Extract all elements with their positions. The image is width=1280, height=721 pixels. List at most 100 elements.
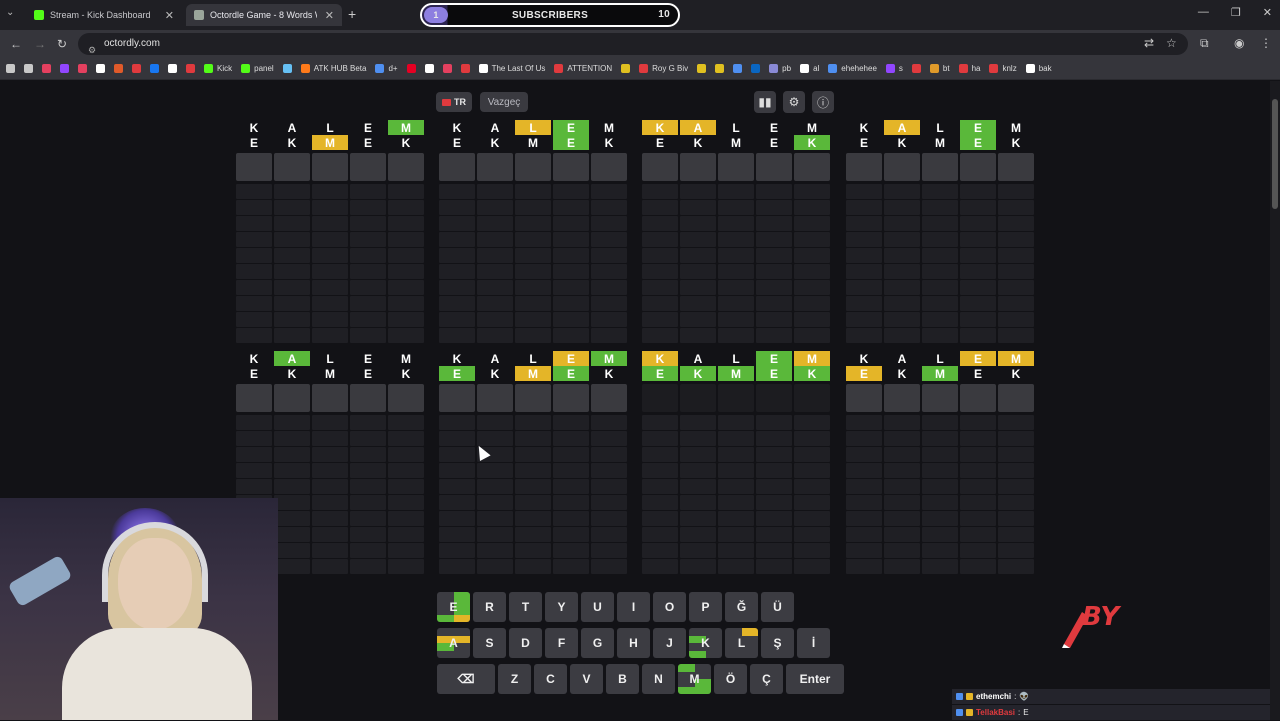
empty-tile (756, 511, 792, 526)
bookmark-item[interactable] (282, 64, 292, 73)
bookmark-item[interactable] (132, 64, 141, 73)
bookmark-item[interactable]: panel (241, 64, 274, 73)
empty-tile (312, 559, 348, 574)
empty-tile (515, 543, 551, 558)
bookmark-item[interactable] (150, 64, 159, 73)
bookmark-item[interactable] (60, 64, 69, 73)
bookmark-star-icon[interactable]: ☆ (1166, 36, 1177, 50)
key-i[interactable]: I (617, 592, 650, 622)
key-s[interactable]: S (473, 628, 506, 658)
bookmark-item[interactable]: Roy G Biv (639, 64, 688, 73)
bookmark-item[interactable] (96, 64, 105, 73)
profile-avatar-icon[interactable]: ◉ (1234, 36, 1244, 50)
bookmark-item[interactable]: bt (929, 64, 950, 73)
forward-icon[interactable]: → (34, 37, 46, 51)
bookmark-item[interactable]: al (800, 64, 819, 73)
key-t[interactable]: T (509, 592, 542, 622)
bookmark-item[interactable]: d+ (375, 64, 398, 73)
backspace-key[interactable]: ⌫ (437, 664, 495, 694)
guess-row: K ALEM (439, 120, 629, 135)
key-n[interactable]: N (642, 664, 675, 694)
page-scrollbar[interactable] (1270, 81, 1280, 720)
bookmark-item[interactable]: bak (1025, 64, 1052, 73)
key-ş[interactable]: Ş (761, 628, 794, 658)
bookmark-item[interactable] (715, 64, 725, 73)
bookmark-item[interactable]: ATTENTION (554, 64, 612, 73)
tab-octordle[interactable]: Octordle Game - 8 Words Word ✕ (186, 4, 342, 26)
bookmark-item[interactable] (424, 64, 434, 73)
key-ü[interactable]: Ü (761, 592, 794, 622)
key-y[interactable]: Y (545, 592, 578, 622)
bookmark-item[interactable]: ha (958, 64, 980, 73)
give-up-button[interactable]: Vazgeç (480, 92, 528, 112)
key-b[interactable]: B (606, 664, 639, 694)
key-ç[interactable]: Ç (750, 664, 783, 694)
bookmark-item[interactable] (697, 64, 707, 73)
address-bar[interactable]: ⚙ octordly.com (78, 33, 1188, 55)
menu-icon[interactable]: ⋮ (1260, 36, 1272, 50)
key-j[interactable]: J (653, 628, 686, 658)
key-v[interactable]: V (570, 664, 603, 694)
translate-icon[interactable]: ⇄ (1144, 36, 1154, 50)
key-h[interactable]: H (617, 628, 650, 658)
tab-search-icon[interactable]: ⌄ (6, 7, 14, 18)
bookmark-item[interactable] (460, 64, 470, 73)
bookmark-item[interactable]: ATK HUB Beta (300, 64, 366, 73)
key-z[interactable]: Z (498, 664, 531, 694)
key-e[interactable]: E (437, 592, 470, 622)
back-icon[interactable]: ← (10, 37, 22, 51)
empty-row (846, 296, 1036, 311)
new-tab-icon[interactable]: + (348, 6, 356, 22)
bookmark-item[interactable] (6, 64, 15, 73)
scrollbar-thumb[interactable] (1272, 99, 1278, 209)
bookmark-item[interactable] (168, 64, 177, 73)
bookmark-item[interactable] (621, 64, 631, 73)
key-i̇[interactable]: İ (797, 628, 830, 658)
key-r[interactable]: R (473, 592, 506, 622)
language-button[interactable]: TR (436, 92, 472, 112)
bookmark-item[interactable] (78, 64, 87, 73)
key-o[interactable]: O (653, 592, 686, 622)
key-p[interactable]: P (689, 592, 722, 622)
key-label: Z (510, 672, 519, 686)
key-u[interactable]: U (581, 592, 614, 622)
close-tab-icon[interactable]: ✕ (325, 9, 334, 22)
bookmark-item[interactable]: Kick (204, 64, 232, 73)
key-a[interactable]: A (437, 628, 470, 658)
extensions-icon[interactable]: ⧉ (1200, 36, 1209, 51)
bookmark-item[interactable]: ehehehee (828, 64, 877, 73)
bookmark-item[interactable] (42, 64, 51, 73)
minimize-icon[interactable]: — (1198, 6, 1209, 19)
bookmark-item[interactable] (406, 64, 416, 73)
key-ğ[interactable]: Ğ (725, 592, 758, 622)
bookmark-item[interactable]: knlz (989, 64, 1017, 73)
stats-icon[interactable]: ▮▮ (754, 91, 776, 113)
bookmark-item[interactable] (733, 64, 743, 73)
key-d[interactable]: D (509, 628, 542, 658)
bookmark-item[interactable] (442, 64, 452, 73)
enter-key[interactable]: Enter (786, 664, 844, 694)
bookmark-item[interactable] (114, 64, 123, 73)
info-icon[interactable]: ⓘ (812, 91, 834, 113)
key-c[interactable]: C (534, 664, 567, 694)
key-g[interactable]: G (581, 628, 614, 658)
close-window-icon[interactable]: ✕ (1263, 6, 1272, 19)
reload-icon[interactable]: ↻ (57, 37, 67, 51)
bookmark-item[interactable]: pb (769, 64, 791, 73)
restore-icon[interactable]: ❐ (1231, 6, 1241, 19)
bookmark-item[interactable]: s (885, 64, 903, 73)
bookmark-item[interactable] (911, 64, 921, 73)
bookmark-item[interactable] (751, 64, 761, 73)
key-m[interactable]: M (678, 664, 711, 694)
key-k[interactable]: K (689, 628, 722, 658)
bookmark-favicon-icon (442, 64, 452, 73)
close-tab-icon[interactable]: ✕ (165, 9, 174, 22)
key-l[interactable]: L (725, 628, 758, 658)
bookmark-item[interactable] (186, 64, 195, 73)
bookmark-item[interactable] (24, 64, 33, 73)
settings-icon[interactable]: ⚙ (783, 91, 805, 113)
bookmark-item[interactable]: The Last Of Us (478, 64, 545, 73)
tab-stream-dashboard[interactable]: Stream - Kick Dashboard ✕ (26, 4, 182, 26)
key-ö[interactable]: Ö (714, 664, 747, 694)
key-f[interactable]: F (545, 628, 578, 658)
